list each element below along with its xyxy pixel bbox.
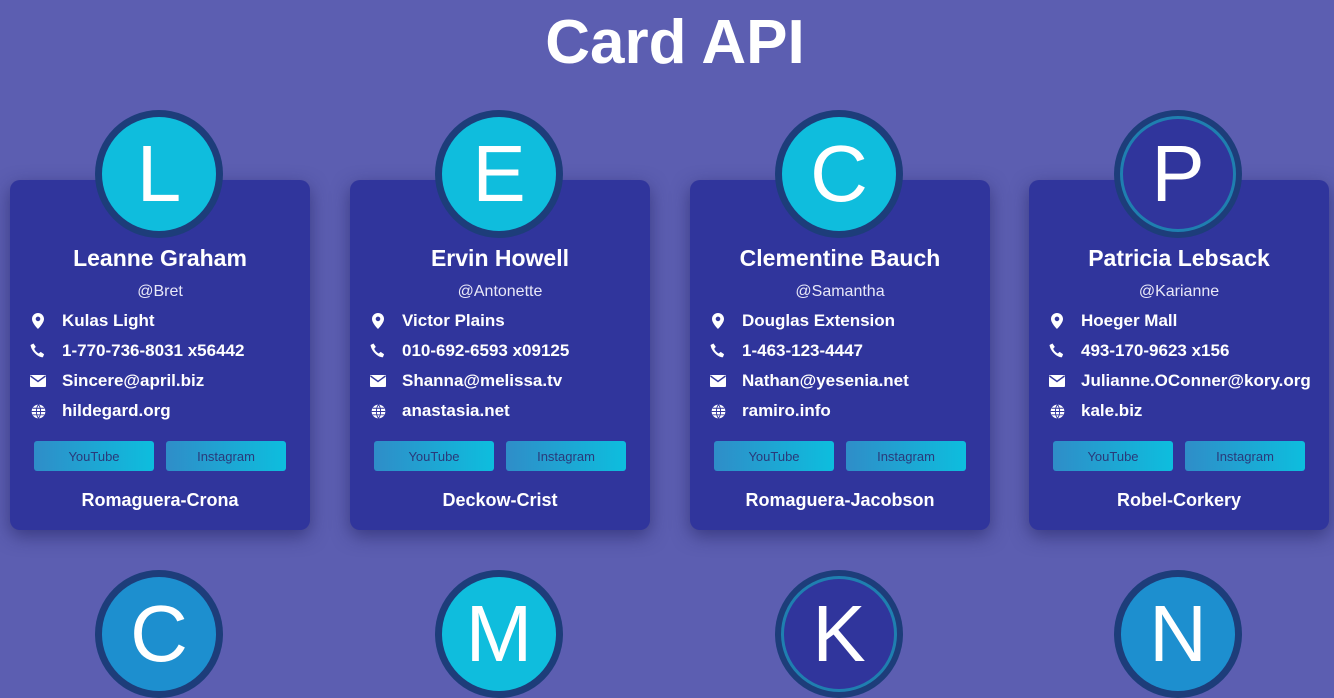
phone-icon (1049, 343, 1065, 359)
phone-text: 010-692-6593 x09125 (402, 341, 570, 360)
user-card: L Leanne Graham @Bret Kulas Light 1-770-… (10, 110, 310, 530)
user-handle: @Antonette (457, 283, 543, 300)
address-row: Hoeger Mall (1049, 311, 1177, 331)
instagram-button[interactable]: Instagram (506, 441, 626, 471)
user-name: Clementine Bauch (739, 245, 941, 271)
phone-text: 493-170-9623 x156 (1081, 341, 1230, 360)
address-row: Victor Plains (370, 311, 505, 331)
globe-icon (370, 403, 386, 419)
user-card: E Ervin Howell @Antonette Victor Plains … (350, 110, 650, 530)
avatar: E (435, 110, 563, 238)
phone-icon (710, 343, 726, 359)
phone-row: 1-770-736-8031 x56442 (30, 341, 244, 361)
globe-icon (1049, 403, 1065, 419)
map-pin-icon (710, 313, 726, 329)
avatar: L (95, 110, 223, 238)
company-name: Deckow-Crist (442, 490, 558, 510)
user-handle: @Karianne (1138, 283, 1220, 300)
email-text: Julianne.OConner@kory.org (1081, 371, 1311, 390)
avatar-initial: C (782, 117, 896, 231)
website-row: anastasia.net (370, 401, 510, 421)
website-row: hildegard.org (30, 401, 171, 421)
phone-row: 1-463-123-4447 (710, 341, 863, 361)
avatar-initial: P (1120, 116, 1236, 232)
map-pin-icon (370, 313, 386, 329)
website-row: kale.biz (1049, 401, 1142, 421)
avatar-initial: L (102, 117, 216, 231)
address-row: Douglas Extension (710, 311, 895, 331)
avatar-initial: K (781, 576, 897, 692)
email-text: Sincere@april.biz (62, 371, 205, 390)
email-text: Nathan@yesenia.net (742, 371, 909, 390)
instagram-button[interactable]: Instagram (1185, 441, 1305, 471)
email-text: Shanna@melissa.tv (402, 371, 563, 390)
avatar: P (1114, 110, 1242, 238)
company-name: Romaguera-Crona (81, 490, 239, 510)
avatar-initial: E (442, 117, 556, 231)
user-name: Ervin Howell (430, 245, 570, 271)
avatar: C (775, 110, 903, 238)
phone-text: 1-463-123-4447 (742, 341, 863, 360)
youtube-button[interactable]: YouTube (1053, 441, 1173, 471)
user-handle: @Bret (137, 283, 183, 300)
address-text: Douglas Extension (742, 311, 896, 330)
avatar: C (95, 570, 223, 698)
avatar-initial: N (1121, 577, 1235, 691)
email-row: Sincere@april.biz (30, 371, 204, 391)
address-text: Victor Plains (402, 311, 505, 330)
avatar-initial: M (442, 577, 556, 691)
company-name: Robel-Corkery (1116, 490, 1242, 510)
website-text: kale.biz (1081, 401, 1143, 420)
globe-icon (30, 403, 46, 419)
user-name: Leanne Graham (73, 245, 247, 271)
user-handle: @Samantha (795, 283, 885, 300)
envelope-icon (1049, 373, 1065, 389)
website-text: ramiro.info (742, 401, 831, 420)
user-card: C Clementine Bauch @Samantha Douglas Ext… (690, 110, 990, 530)
address-text: Hoeger Mall (1081, 311, 1178, 330)
email-row: Nathan@yesenia.net (710, 371, 909, 391)
phone-row: 493-170-9623 x156 (1049, 341, 1229, 361)
avatar: K (775, 570, 903, 698)
page-title: Card API (545, 8, 805, 77)
address-text: Kulas Light (62, 311, 155, 330)
youtube-button[interactable]: YouTube (714, 441, 834, 471)
avatar: M (435, 570, 563, 698)
phone-row: 010-692-6593 x09125 (370, 341, 569, 361)
address-row: Kulas Light (30, 311, 155, 331)
instagram-button[interactable]: Instagram (846, 441, 966, 471)
user-card: P Patricia Lebsack @Karianne Hoeger Mall… (1029, 110, 1329, 530)
map-pin-icon (1049, 313, 1065, 329)
envelope-icon (710, 373, 726, 389)
avatar: N (1114, 570, 1242, 698)
company-name: Romaguera-Jacobson (745, 490, 935, 510)
map-pin-icon (30, 313, 46, 329)
website-row: ramiro.info (710, 401, 831, 421)
phone-icon (30, 343, 46, 359)
instagram-button[interactable]: Instagram (166, 441, 286, 471)
globe-icon (710, 403, 726, 419)
envelope-icon (30, 373, 46, 389)
phone-text: 1-770-736-8031 x56442 (62, 341, 245, 360)
youtube-button[interactable]: YouTube (374, 441, 494, 471)
avatar-initial: C (102, 577, 216, 691)
youtube-button[interactable]: YouTube (34, 441, 154, 471)
email-row: Shanna@melissa.tv (370, 371, 562, 391)
phone-icon (370, 343, 386, 359)
website-text: anastasia.net (402, 401, 510, 420)
email-row: Julianne.OConner@kory.org (1049, 371, 1311, 391)
envelope-icon (370, 373, 386, 389)
website-text: hildegard.org (62, 401, 171, 420)
user-name: Patricia Lebsack (1088, 245, 1270, 271)
